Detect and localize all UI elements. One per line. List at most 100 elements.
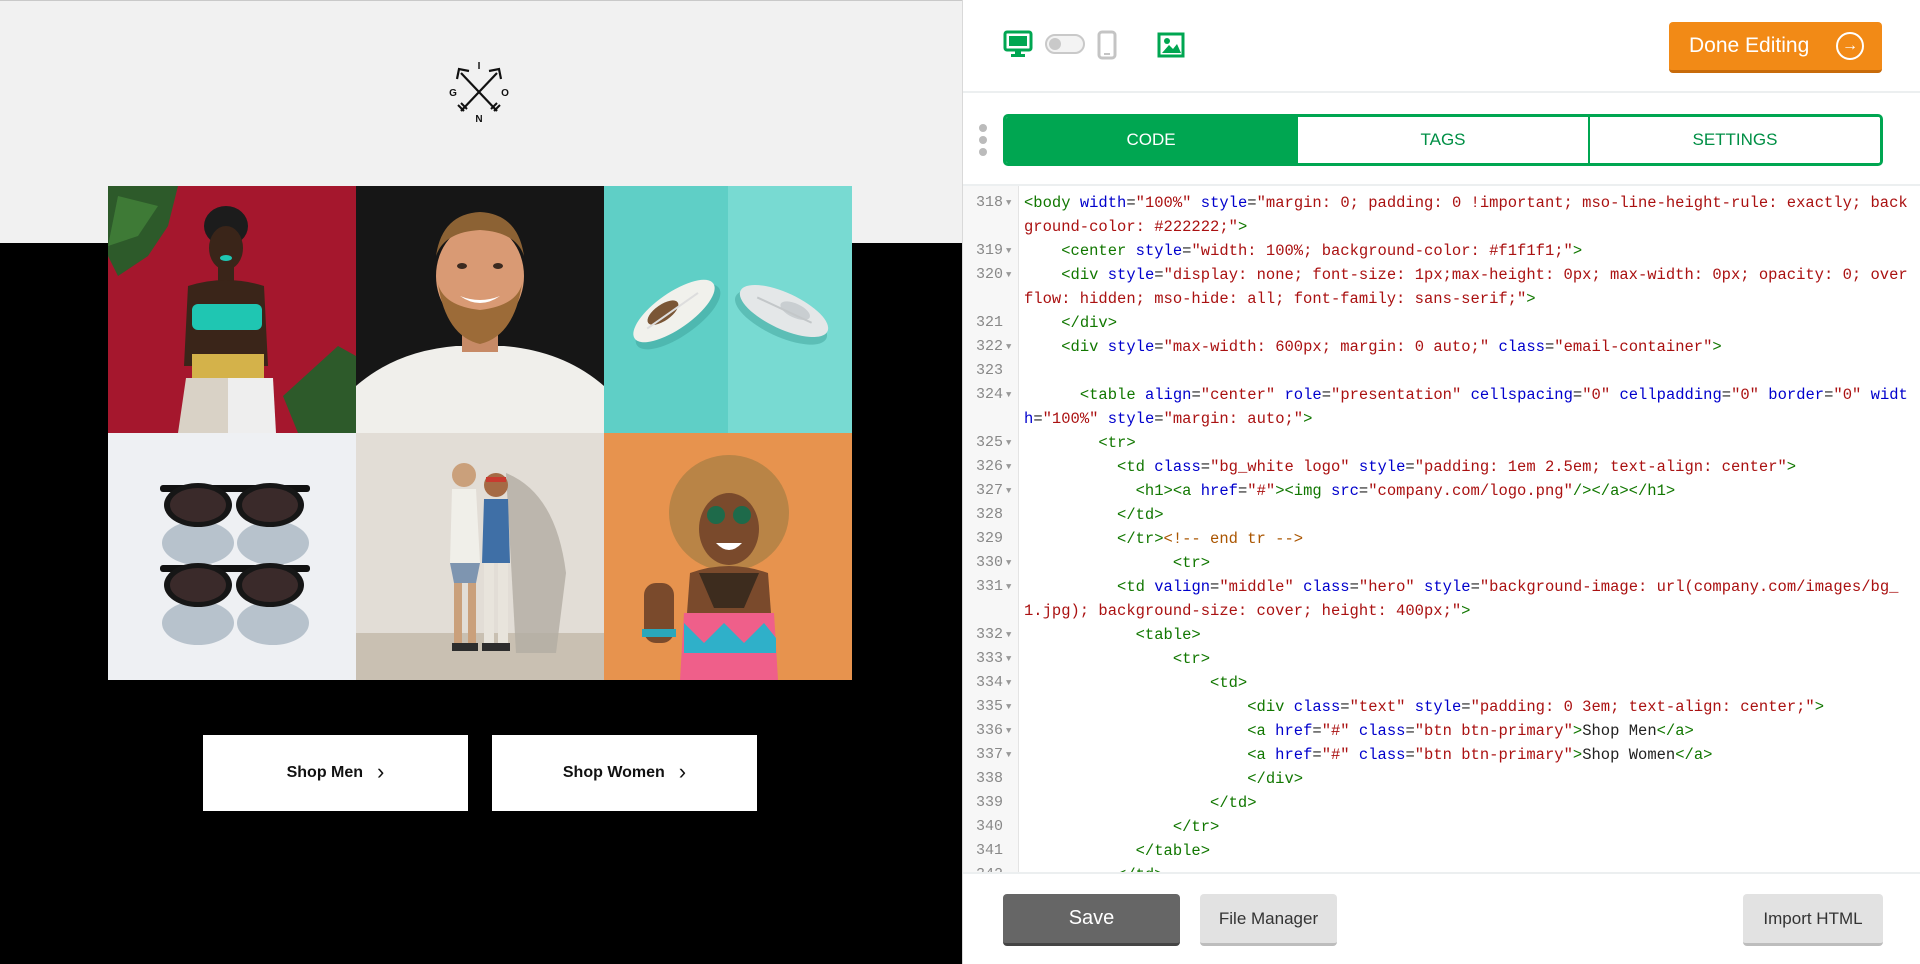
desktop-icon[interactable] [1003,30,1033,63]
fold-arrow-icon[interactable]: ▼ [1006,575,1011,599]
white-sneakers-photo[interactable] [604,186,852,433]
code-text: <body width="100%" style="margin: 0; pad… [1024,194,1908,236]
image-icon[interactable] [1157,32,1185,63]
logo-letter-left: G [449,88,457,99]
code-text: </td> [1024,863,1916,872]
code-text: </tr> [1172,818,1220,836]
done-editing-label: Done Editing [1689,34,1810,57]
fold-arrow-icon[interactable]: ▼ [1006,263,1011,287]
line-number: 335 [975,698,1003,715]
couple-wall-photo[interactable] [356,433,604,680]
line-number: 341 [975,842,1003,859]
line-number: 337 [975,746,1003,763]
line-number: 339 [975,794,1003,811]
line-number: 340 [975,818,1003,835]
code-text: <div class="text" style="padding: 0 3em;… [1247,698,1825,716]
line-number: 323 [975,362,1003,379]
code-text: <td class="bg_white logo" style="padding… [1117,458,1797,476]
fold-arrow-icon[interactable]: ▼ [1006,239,1011,263]
import-html-button[interactable]: Import HTML [1743,894,1883,946]
fold-arrow-icon[interactable]: ▼ [1006,743,1011,767]
line-number: 320 [975,266,1003,283]
line-number: 327 [975,482,1003,499]
logo-letter-top: I [478,61,481,72]
tab-settings[interactable]: SETTINGS [1590,117,1880,163]
code-text: <h1><a href="#"><img src="company.com/lo… [1135,482,1676,500]
fold-arrow-icon[interactable]: ▼ [1006,383,1011,407]
done-editing-button[interactable]: Done Editing → [1669,22,1882,73]
line-number: 318 [975,194,1003,211]
bearded-man-photo[interactable] [356,186,604,433]
chevron-right-icon: › [377,758,385,784]
code-text: </table> [1135,842,1211,860]
code-text: <a href="#" class="btn btn-primary">Shop… [1247,746,1713,764]
line-number: 330 [975,554,1003,571]
chevron-right-icon: › [678,758,687,784]
code-text: <div style="display: none; font-size: 1p… [1024,266,1908,308]
shop-women-button[interactable]: Shop Women › [492,735,757,811]
company-logo[interactable]: I G O N [449,59,509,125]
code-text: </td> [1210,794,1257,812]
line-number: 324 [975,386,1003,403]
fold-arrow-icon[interactable]: ▼ [1006,551,1011,575]
code-area[interactable]: 318 ▼ <body width="100%" style="margin: 0;… [963,186,1920,872]
line-number: 331 [975,578,1003,595]
line-number: 336 [975,722,1003,739]
fold-arrow-icon[interactable]: ▼ [1006,647,1011,671]
file-manager-button[interactable]: File Manager [1200,894,1337,946]
code-text: <tr> [1172,650,1211,668]
fold-arrow-icon[interactable]: ▼ [1006,455,1011,479]
line-number: 326 [975,458,1003,475]
logo-letter-bottom: N [475,114,482,123]
tab-code[interactable]: CODE [1006,117,1298,163]
save-button[interactable]: Save [1003,894,1180,946]
line-number: 325 [975,434,1003,451]
code-text: </div> [1061,314,1118,332]
arrow-right-circle-icon: → [1836,32,1864,60]
fold-arrow-icon[interactable]: ▼ [1006,695,1011,719]
fold-arrow-icon[interactable]: ▼ [1006,431,1011,455]
code-text: <table align="center" role="presentation… [1024,386,1908,428]
code-text: <td valign="middle" class="hero" style="… [1024,578,1899,620]
sunglasses-photo[interactable] [108,433,356,680]
line-number: 319 [975,242,1003,259]
fold-arrow-icon[interactable]: ▼ [1006,671,1011,695]
logo-letter-right: O [501,88,509,99]
shop-women-label: Shop Women [562,764,665,781]
preview-top-border [0,0,962,1]
code-text: <a href="#" class="btn btn-primary">Shop… [1247,722,1694,740]
shop-men-label: Shop Men [286,764,364,781]
email-preview-pane: I G O N Shop Men › Shop Women › [0,0,962,964]
mobile-icon[interactable] [1097,30,1117,65]
fold-arrow-icon[interactable]: ▼ [1006,191,1011,215]
line-number: 328 [975,506,1003,523]
line-number: 334 [975,674,1003,691]
code-text: <tr> [1098,434,1136,452]
shop-men-button[interactable]: Shop Men › [203,735,468,811]
code-text: <center style="width: 100%; background-c… [1061,242,1583,260]
line-number: 329 [975,530,1003,547]
woman-laughing-photo[interactable] [604,433,852,680]
editor-footer: Save File Manager Import HTML [963,872,1920,964]
code-text: <td> [1210,674,1248,692]
crossed-arrows-logo-icon: I G O N [449,61,509,125]
code-editor-pane: Done Editing → CODE TAGS SETTINGS 318 ▼ <b… [962,0,1920,964]
line-number: 332 [975,626,1003,643]
editor-toolbar: Done Editing → [963,0,1920,93]
toggle-switch[interactable] [1045,34,1085,59]
line-number: 321 [975,314,1003,331]
drag-handle-icon[interactable] [979,124,989,160]
fold-arrow-icon[interactable]: ▼ [1006,479,1011,503]
line-number: 338 [975,770,1003,787]
product-photo-grid [108,186,852,680]
line-number: 342 [963,863,1003,872]
code-text: </tr><!-- end tr --> [1117,530,1304,548]
fold-arrow-icon[interactable]: ▼ [1006,623,1011,647]
line-number: 333 [975,650,1003,667]
fold-arrow-icon[interactable]: ▼ [1006,719,1011,743]
woman-green-top-photo[interactable] [108,186,356,433]
code-text: </td> [1117,506,1164,524]
tab-tags[interactable]: TAGS [1298,117,1590,163]
code-text: <tr> [1172,554,1211,572]
fold-arrow-icon[interactable]: ▼ [1006,335,1011,359]
